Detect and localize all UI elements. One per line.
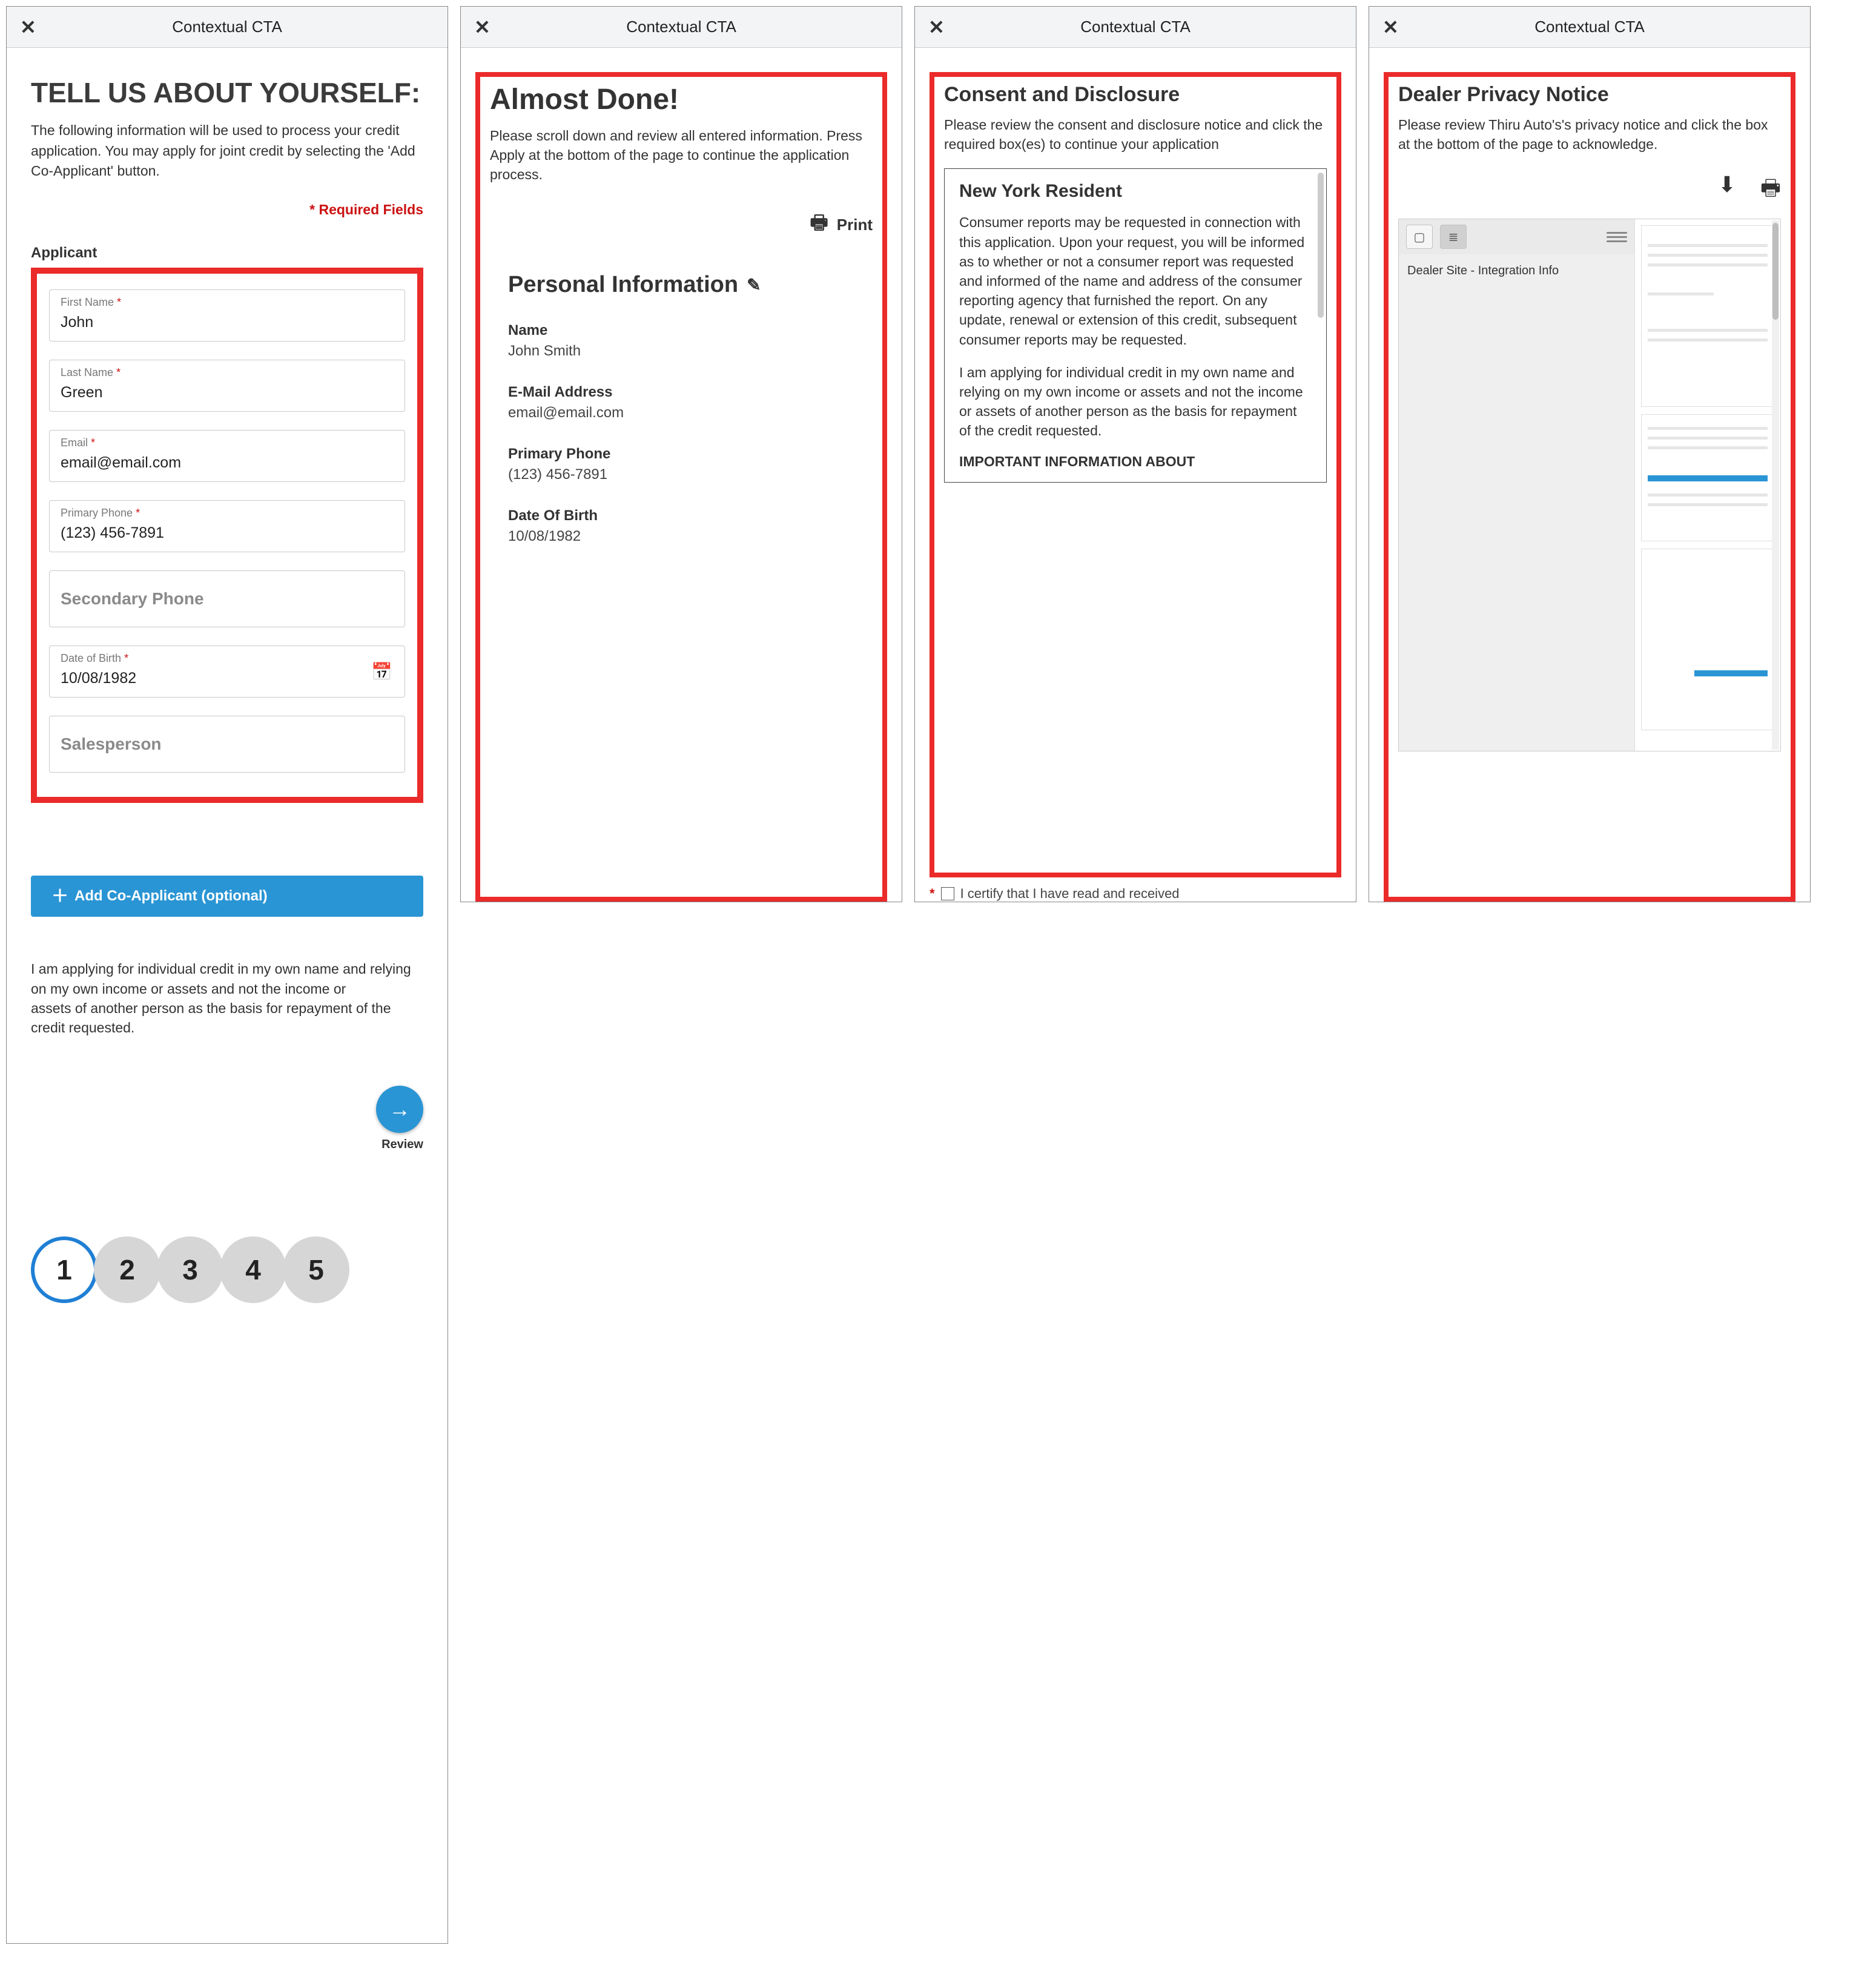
last-name-label: Last Name * (61, 366, 394, 379)
step-indicator: 1 2 3 4 5 (31, 1236, 423, 1303)
credit-disclaimer: I am applying for individual credit in m… (31, 959, 423, 1037)
annotation-arrow-icon: ➔ (0, 1059, 10, 1120)
review-email: E-Mail Address email@email.com (508, 384, 873, 421)
privacy-sub: Please review Thiru Auto's's privacy not… (1398, 115, 1781, 154)
email-input[interactable] (61, 454, 394, 472)
scrollbar[interactable] (1318, 173, 1324, 318)
consent-highlight: Consent and Disclosure Please review the… (930, 72, 1341, 877)
doc-sidebar: ▢ ≣ Dealer Site - Integration Info (1399, 219, 1635, 751)
dob-input[interactable] (61, 670, 394, 687)
step-4[interactable]: 4 (220, 1236, 286, 1303)
close-icon[interactable]: ✕ (1382, 18, 1399, 37)
primary-phone-label: Primary Phone * (61, 507, 394, 520)
step-2[interactable]: 2 (94, 1236, 160, 1303)
print-icon: 🖶 (810, 209, 828, 242)
secondary-phone-field[interactable]: Secondary Phone (49, 570, 405, 627)
panel-header: ✕ Contextual CTA (915, 7, 1356, 48)
dob-label: Date of Birth * (61, 652, 394, 665)
add-co-applicant-button[interactable]: ＋ Add Co-Applicant (optional) (31, 876, 423, 917)
consent-heading: Consent and Disclosure (944, 83, 1327, 107)
doc-page-3 (1641, 549, 1774, 730)
panel-title: Contextual CTA (172, 18, 282, 36)
primary-phone-input[interactable] (61, 524, 394, 542)
panel-title: Contextual CTA (626, 18, 736, 36)
panel-consent: ✕ Contextual CTA Consent and Disclosure … (914, 6, 1356, 902)
panel-almost-done: ✕ Contextual CTA Almost Done! Please scr… (460, 6, 902, 902)
last-name-field[interactable]: Last Name * (49, 360, 405, 412)
plus-icon: ＋ (51, 888, 68, 905)
certify-text: I certify that I have read and received (960, 886, 1180, 902)
privacy-heading: Dealer Privacy Notice (1398, 83, 1781, 107)
doc-scrollbar-thumb[interactable] (1772, 223, 1779, 320)
step-1[interactable]: 1 (31, 1236, 97, 1303)
first-name-input[interactable] (61, 314, 394, 331)
doc-preview: ▢ ≣ Dealer Site - Integration Info (1398, 219, 1781, 751)
add-co-applicant-label: Add Co-Applicant (optional) (74, 888, 268, 905)
review-label: Review (381, 1138, 423, 1152)
consent-paragraph-1: Consumer reports may be requested in con… (959, 213, 1312, 349)
panel-title: Contextual CTA (1534, 18, 1645, 36)
panel-header: ✕ Contextual CTA (1369, 7, 1810, 48)
first-name-label: First Name * (61, 296, 394, 309)
doc-page-1 (1641, 225, 1774, 407)
arrow-right-icon: → (389, 1097, 411, 1122)
close-icon[interactable]: ✕ (474, 18, 490, 37)
panel-applicant-form: ✕ Contextual CTA TELL US ABOUT YOURSELF:… (6, 6, 448, 1944)
consent-sub: Please review the consent and disclosure… (944, 115, 1327, 154)
calendar-icon[interactable]: 📅 (371, 662, 392, 682)
first-name-field[interactable]: First Name * (49, 289, 405, 342)
email-field[interactable]: Email * (49, 430, 405, 482)
doc-title: Dealer Site - Integration Info (1399, 254, 1634, 288)
consent-paragraph-2: I am applying for individual credit in m… (959, 363, 1312, 441)
doc-view-toolbar: ▢ ≣ (1399, 219, 1634, 254)
doc-outline-view-icon[interactable]: ≣ (1440, 225, 1467, 249)
doc-toolbar-actions: ⬇ 🖶 (1398, 172, 1781, 209)
panel-header: ✕ Contextual CTA (7, 7, 448, 48)
personal-info-title: Personal Information ✎ (508, 272, 873, 298)
doc-menu-icon[interactable] (1607, 226, 1627, 247)
almost-done-heading: Almost Done! (490, 83, 873, 116)
close-icon[interactable]: ✕ (20, 18, 36, 37)
print-icon[interactable]: 🖶 (1760, 172, 1781, 209)
last-name-input[interactable] (61, 384, 394, 401)
page-lead: The following information will be used t… (31, 120, 423, 181)
consent-scroll-box[interactable]: New York Resident Consumer reports may b… (944, 168, 1327, 483)
required-star: * (930, 886, 935, 902)
review-button[interactable]: → (376, 1086, 423, 1133)
consent-resident-title: New York Resident (959, 181, 1312, 202)
review-phone: Primary Phone (123) 456-7891 (508, 446, 873, 483)
print-label: Print (837, 216, 873, 234)
panel-privacy-notice: ✕ Contextual CTA Dealer Privacy Notice P… (1369, 6, 1811, 902)
almost-done-sub: Please scroll down and review all entere… (490, 126, 873, 185)
secondary-phone-placeholder: Secondary Phone (61, 589, 204, 608)
primary-phone-field[interactable]: Primary Phone * (49, 500, 405, 552)
download-icon[interactable]: ⬇ (1718, 172, 1736, 209)
panel-title: Contextual CTA (1080, 18, 1191, 36)
form-highlight: First Name * Last Name * Email * Primary… (31, 268, 423, 803)
doc-scrollbar[interactable] (1772, 220, 1779, 750)
panel-header: ✕ Contextual CTA (461, 7, 902, 48)
salesperson-field[interactable]: Salesperson (49, 716, 405, 773)
print-button[interactable]: 🖶 Print (490, 209, 873, 242)
review-highlight: Almost Done! Please scroll down and revi… (475, 72, 887, 902)
edit-icon[interactable]: ✎ (747, 275, 761, 295)
step-5[interactable]: 5 (283, 1236, 349, 1303)
salesperson-placeholder: Salesperson (61, 734, 162, 753)
privacy-highlight: Dealer Privacy Notice Please review Thir… (1384, 72, 1795, 902)
required-fields-note: * Required Fields (31, 202, 423, 218)
close-icon[interactable]: ✕ (928, 18, 945, 37)
review-dob: Date Of Birth 10/08/1982 (508, 507, 873, 545)
certify-row: * I certify that I have read and receive… (930, 886, 1341, 902)
email-label: Email * (61, 437, 394, 449)
consent-important: IMPORTANT INFORMATION ABOUT (959, 454, 1312, 470)
review-name: Name John Smith (508, 322, 873, 360)
certify-checkbox[interactable] (941, 887, 954, 900)
step-3[interactable]: 3 (157, 1236, 223, 1303)
doc-pages-area[interactable] (1635, 219, 1780, 751)
doc-page-2 (1641, 414, 1774, 541)
applicant-section-label: Applicant (31, 245, 423, 262)
dob-field[interactable]: Date of Birth * 📅 (49, 645, 405, 698)
page-heading: TELL US ABOUT YOURSELF: (31, 78, 423, 107)
doc-thumbnail-view-icon[interactable]: ▢ (1406, 225, 1433, 249)
